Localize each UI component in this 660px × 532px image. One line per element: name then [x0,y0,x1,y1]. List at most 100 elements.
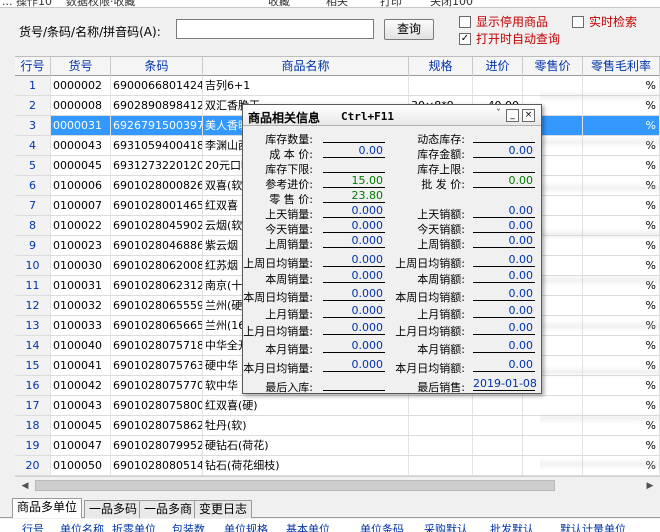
barcode-cell: 6901028075718 [111,336,203,355]
barcode-cell: 6901028001465 [111,196,203,215]
item-no-cell: 0100030 [51,256,111,275]
popup-field-value: 0.00 [473,322,535,335]
popup-field-label: 本周日均销量: [243,291,313,304]
row-no-cell: 18 [15,416,51,435]
unit-column-header[interactable]: 行号 [22,521,44,532]
unit-column-header[interactable]: 包装数 [172,521,205,532]
item-no-cell: 0100007 [51,196,111,215]
margin-cell: % [583,116,660,135]
menu-item[interactable]: 数据权限·收藏 [66,0,136,7]
item-no-cell: 0000043 [51,136,111,155]
spec-cell [409,456,473,475]
table-row[interactable]: 18 0100045 6901028075862 牡丹(软)% [15,416,660,436]
tab-change-log[interactable]: 变更日志 [194,500,253,518]
show-disabled-checkbox[interactable]: 显示停用商品 [459,13,548,30]
barcode-cell: 6901028046886 [111,236,203,255]
tab-multi-supplier[interactable]: 一品多商 [139,500,198,518]
column-header-item-no[interactable]: 货号 [51,57,111,76]
checkbox-box-checked[interactable]: ✓ [459,32,471,45]
unit-column-header[interactable]: 基本单位 [286,521,330,532]
popup-titlebar[interactable]: 商品相关信息 Ctrl+F11 ˇ _ × [243,105,541,126]
column-header-spec[interactable]: 规格 [409,57,473,76]
barcode-cell: 6901028065665 [111,316,203,335]
item-no-cell: 0100042 [51,376,111,395]
realtime-search-checkbox[interactable]: 实时检索 [572,13,637,30]
table-row[interactable]: 1 0000002 6900066801424 吉列6+1% [15,76,660,96]
scrollbar-thumb[interactable] [35,480,555,491]
menu-item[interactable]: 收藏 [268,0,290,7]
retail-price-cell [523,76,583,95]
popup-field-label: 动态库存: [417,133,465,146]
item-no-cell: 0100047 [51,436,111,455]
table-row[interactable]: 19 0100047 6901028079952 硬钻石(荷花)% [15,436,660,456]
menu-item[interactable]: 打印 [380,0,402,7]
barcode-cell: 6926791500397 [111,116,203,135]
name-cell: 硬钻石(荷花) [203,436,409,455]
unit-column-header[interactable]: 折零单位 [112,521,156,532]
spec-cell [409,76,473,95]
scroll-right-icon[interactable]: ▶ [642,478,658,494]
popup-field-label: 上月日均销额: [395,325,465,338]
row-no-cell: 1 [15,76,51,95]
popup-field-label: 本月销量: [265,343,313,356]
unit-column-header[interactable]: 采购默认 [424,521,468,532]
margin-cell: % [583,456,660,475]
column-header-purchase-price[interactable]: 进价 [473,57,523,76]
popup-field-label: 今天销额: [417,223,465,236]
menu-item[interactable]: 关闭100 [430,0,473,7]
name-cell: 牡丹(软) [203,416,409,435]
minimize-icon[interactable]: _ [506,109,519,122]
checkbox-box[interactable] [572,15,584,28]
row-gutter [0,56,15,476]
item-no-cell: 0100031 [51,276,111,295]
popup-field-value: 0.00 [473,288,535,301]
row-no-cell: 16 [15,376,51,395]
row-no-cell: 17 [15,396,51,415]
item-no-cell: 0100043 [51,396,111,415]
unit-column-header[interactable]: 单位条码 [360,521,404,532]
item-no-cell: 0100041 [51,356,111,375]
popup-field-label: 批 发 价: [421,178,465,191]
barcode-cell: 6931059400418 [111,136,203,155]
menu-item[interactable]: ... 操作10 [2,0,52,7]
tab-multi-barcode[interactable]: 一品多码 [84,500,143,518]
row-no-cell: 20 [15,456,51,475]
table-row[interactable]: 17 0100043 6901028075800 红双喜(硬)% [15,396,660,416]
unit-column-header[interactable]: 单位名称 [60,521,104,532]
margin-cell: % [583,316,660,335]
search-input[interactable] [176,19,374,39]
auto-query-checkbox[interactable]: ✓ 打开时自动查询 [459,30,560,47]
popup-field-value: 0.00 [323,145,385,158]
table-row[interactable]: 20 0100050 6901028080514 钻石(荷花细枝)% [15,456,660,476]
query-button[interactable]: 查询 [384,19,434,40]
row-no-cell: 9 [15,236,51,255]
unit-column-header[interactable]: 批发默认 [490,521,534,532]
column-header-barcode[interactable]: 条码 [111,57,203,76]
close-icon[interactable]: × [522,109,535,122]
retail-price-cell [523,436,583,455]
checkbox-label: 打开时自动查询 [476,32,561,46]
checkbox-label: 显示停用商品 [476,15,549,29]
menu-item[interactable]: 相关 [326,0,348,7]
scroll-left-icon[interactable]: ◀ [17,478,33,494]
barcode-cell: 6901028075770 [111,376,203,395]
popup-field-label: 库存上限: [417,163,465,176]
grid-header: 行号 货号 条码 商品名称 规格 进价 零售价 零售毛利率 [15,56,660,76]
popup-field-label: 上周销量: [265,238,313,251]
popup-field-label: 成 本 价: [269,148,313,161]
unit-column-header[interactable]: 单位规格 [224,521,268,532]
column-header-row-no[interactable]: 行号 [15,57,51,76]
purchase-price-cell [473,76,523,95]
checkbox-box[interactable] [459,15,471,28]
horizontal-scrollbar[interactable]: ◀ ▶ [15,476,660,494]
popup-field-value: 0.00 [473,305,535,318]
column-header-retail-price[interactable]: 零售价 [523,57,583,76]
tab-multi-unit[interactable]: 商品多单位 [12,498,83,518]
column-header-retail-margin[interactable]: 零售毛利率 [583,57,660,76]
column-header-name[interactable]: 商品名称 [203,57,409,76]
pin-icon[interactable]: ˇ [492,109,505,122]
popup-field-label: 上月销量: [265,308,313,321]
popup-field-value: 0.000 [323,254,385,267]
unit-column-header[interactable]: 默认计量单位 [560,521,626,532]
popup-field-value: 0.000 [323,235,385,248]
